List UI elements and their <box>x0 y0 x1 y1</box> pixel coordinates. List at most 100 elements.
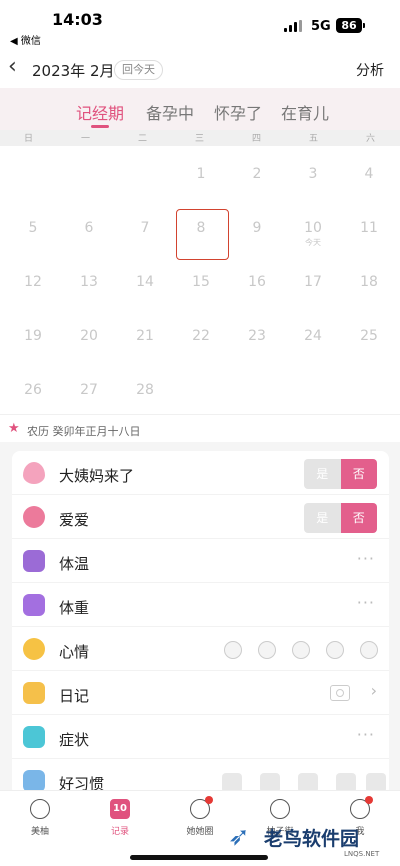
notification-badge <box>365 796 373 804</box>
community-icon <box>190 796 213 819</box>
calendar-day[interactable]: 11 <box>341 200 397 255</box>
calendar-day[interactable]: 4 <box>341 146 397 201</box>
more-icon[interactable]: ··· <box>357 725 375 744</box>
record-row-mood: 心情 <box>12 627 389 671</box>
calendar-day[interactable]: 8 <box>173 200 229 260</box>
calendar-day[interactable]: 13 <box>61 254 117 309</box>
day-number: 27 <box>80 382 98 398</box>
mood-neutral-icon[interactable] <box>292 641 310 659</box>
diary-label: 日记 <box>59 687 90 705</box>
calendar-day[interactable]: 15 <box>173 254 229 309</box>
mode-tabs: 记经期 备孕中 怀孕了 在育儿 <box>0 88 400 130</box>
weekday-label: 三 <box>194 134 204 144</box>
calendar-day[interactable]: 10 今天 <box>285 200 341 255</box>
mood-sad-icon[interactable] <box>326 641 344 659</box>
calendar-day[interactable]: 16 <box>229 254 285 309</box>
calendar-day[interactable]: 24 <box>285 308 341 363</box>
record-row-diary[interactable]: 日记 › <box>12 671 389 715</box>
mood-calm-icon[interactable] <box>258 641 276 659</box>
weekday-label: 六 <box>365 134 375 144</box>
calendar-day[interactable]: 7 <box>117 200 173 255</box>
tab-pregnant[interactable]: 怀孕了 <box>214 100 262 124</box>
calendar-day[interactable]: 27 <box>61 362 117 417</box>
day-number: 26 <box>24 382 42 398</box>
analysis-button[interactable]: 分析 <box>356 60 384 80</box>
chevron-right-icon[interactable]: › <box>371 681 377 700</box>
calendar-day[interactable]: 25 <box>341 308 397 363</box>
scale-icon <box>23 594 45 616</box>
record-row-temperature[interactable]: 体温 ··· <box>12 539 389 583</box>
calendar-day[interactable]: 14 <box>117 254 173 309</box>
calendar-day[interactable]: 9 <box>229 200 285 255</box>
day-number: 20 <box>80 328 98 344</box>
temperature-label: 体温 <box>59 555 90 573</box>
drop-icon <box>23 462 45 484</box>
nav-home[interactable]: 美柚 <box>10 799 70 837</box>
month-title[interactable]: 2023年 2月 <box>32 60 115 81</box>
day-number: 28 <box>136 382 154 398</box>
tab-period[interactable]: 记经期 <box>76 100 124 124</box>
calendar-day[interactable]: 19 <box>5 308 61 363</box>
active-tab-indicator <box>91 125 109 128</box>
weekday-label: 一 <box>80 134 90 144</box>
nav-label: 记录 <box>110 827 129 837</box>
day-number: 24 <box>304 328 322 344</box>
battery-icon: 86 <box>336 18 365 33</box>
calendar-day[interactable]: 17 <box>285 254 341 309</box>
today-button[interactable]: 回今天 <box>114 60 163 80</box>
day-number: 15 <box>192 274 210 290</box>
mood-angry-icon[interactable] <box>360 641 378 659</box>
calendar-day[interactable]: 6 <box>61 200 117 255</box>
calendar-day[interactable]: 5 <box>5 200 61 255</box>
day-number: 13 <box>80 274 98 290</box>
record-row-period: 大姨妈来了 是 否 <box>12 451 389 495</box>
period-yes-button[interactable]: 是 <box>304 459 341 489</box>
smile-icon <box>23 638 45 660</box>
selected-day-outline <box>176 209 229 260</box>
notification-badge <box>205 796 213 804</box>
lunar-date-line: ★ 农历 癸卯年正月十八日 <box>0 414 400 442</box>
nav-community[interactable]: 她她圈 <box>170 796 230 837</box>
record-row-symptom[interactable]: 症状 ··· <box>12 715 389 759</box>
day-number: 11 <box>360 220 378 236</box>
day-number: 12 <box>24 274 42 290</box>
symptom-label: 症状 <box>59 731 90 749</box>
day-number: 5 <box>28 220 38 236</box>
more-icon[interactable]: ··· <box>357 549 375 568</box>
calendar-day[interactable]: 12 <box>5 254 61 309</box>
nav-record[interactable]: 10 记录 <box>90 799 150 837</box>
mood-label: 心情 <box>59 643 90 661</box>
calendar-day[interactable]: 22 <box>173 308 229 363</box>
calendar-icon: 10 <box>110 799 130 819</box>
tab-parenting[interactable]: 在育儿 <box>281 100 329 124</box>
day-number: 16 <box>248 274 266 290</box>
record-row-weight[interactable]: 体重 ··· <box>12 583 389 627</box>
camera-icon[interactable] <box>330 685 350 701</box>
calendar-day[interactable]: 28 <box>117 362 173 417</box>
calendar-grid: 1 2 3 4 5 6 7 8 9 10 今天 11 12 13 14 15 16 17 18 19 20 21 22 23 2… <box>0 146 400 414</box>
mood-happy-icon[interactable] <box>224 641 242 659</box>
calendar-day[interactable]: 26 <box>5 362 61 417</box>
love-no-button[interactable]: 否 <box>340 503 377 533</box>
day-number: 14 <box>136 274 154 290</box>
heart-icon <box>23 506 45 528</box>
period-no-button[interactable]: 否 <box>340 459 377 489</box>
day-number: 6 <box>84 220 94 236</box>
record-list: 大姨妈来了 是 否 爱爱 是 否 体温 ··· 体重 ··· 心情 日记 › 症… <box>12 451 389 796</box>
calendar-day[interactable]: 1 <box>173 146 229 201</box>
love-yes-button[interactable]: 是 <box>304 503 341 533</box>
habit-icon <box>23 770 45 792</box>
calendar-day[interactable]: 2 <box>229 146 285 201</box>
medical-kit-icon <box>23 726 45 748</box>
back-icon[interactable]: ‹ <box>8 54 17 79</box>
calendar-day[interactable]: 3 <box>285 146 341 201</box>
more-icon[interactable]: ··· <box>357 593 375 612</box>
calendar-day[interactable]: 18 <box>341 254 397 309</box>
calendar-day[interactable]: 20 <box>61 308 117 363</box>
calendar-day[interactable]: 21 <box>117 308 173 363</box>
calendar-day[interactable]: 23 <box>229 308 285 363</box>
tab-trying[interactable]: 备孕中 <box>146 100 194 124</box>
day-number: 3 <box>308 166 318 182</box>
back-to-app-link[interactable]: ◀ 微信 <box>10 32 41 47</box>
day-number: 17 <box>304 274 322 290</box>
